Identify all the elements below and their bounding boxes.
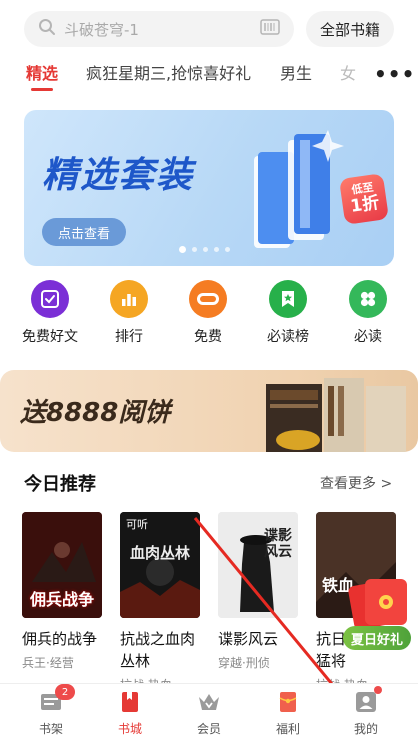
promo-text: 送8888阅饼: [20, 398, 171, 428]
book-cover: 可听 血肉丛林: [120, 512, 200, 618]
all-books-button[interactable]: 全部书籍: [306, 11, 394, 47]
nav-bookstore[interactable]: 书城: [100, 690, 160, 737]
bookshelf-icon: 2: [39, 684, 75, 714]
summer-gift-button[interactable]: 夏日好礼: [343, 626, 411, 650]
bar-chart-icon: [110, 280, 148, 318]
tab-female[interactable]: 女: [340, 60, 356, 84]
discount-badge: 低至 1折: [339, 173, 389, 225]
entry-free[interactable]: 免费: [168, 280, 248, 346]
entry-ranking[interactable]: 排行: [89, 280, 169, 346]
section-title-today: 今日推荐: [24, 474, 96, 495]
see-more-link[interactable]: 查看更多 >: [320, 473, 392, 493]
book-card[interactable]: 谍影风云 谍影风云 穿越·刑侦: [218, 512, 298, 671]
promo-banner[interactable]: 送8888阅饼: [0, 370, 418, 452]
book-cover: 佣兵战争: [22, 512, 102, 618]
search-input[interactable]: 斗破苍穹-1: [24, 11, 294, 47]
book-title: 佣兵的战争: [22, 630, 98, 648]
profile-icon: [354, 686, 382, 714]
book-title: 谍影风云: [218, 630, 279, 648]
tab-male[interactable]: 男生: [280, 60, 312, 84]
bottom-nav: 2 书架 书城 会员 福利 我的: [0, 683, 418, 743]
nav-welfare[interactable]: 福利: [258, 690, 318, 737]
audio-tag: 可听: [126, 518, 148, 531]
quick-entry-row: 免费好文 排行 免费 必读榜 必读: [0, 280, 418, 350]
nav-profile[interactable]: 我的: [336, 686, 396, 737]
book-meta: 穿越·刑侦: [218, 656, 270, 670]
search-placeholder: 斗破苍穹-1: [64, 20, 139, 39]
entry-must-read[interactable]: 必读: [328, 280, 408, 346]
checkbox-icon: [31, 280, 69, 318]
tab-crazy-wednesday[interactable]: 疯狂星期三,抢惊喜好礼: [86, 60, 251, 84]
red-envelope-icon: [276, 690, 300, 714]
star-ribbon-icon: [269, 280, 307, 318]
carousel-dots: [179, 246, 230, 253]
crown-icon: [197, 690, 221, 714]
book-cover: 谍影风云: [218, 512, 298, 618]
more-dots-icon[interactable]: •••: [374, 62, 415, 86]
promo-books-illustration: [266, 378, 406, 452]
book-card[interactable]: 可听 血肉丛林 抗战之血肉丛林 抗战·热血: [120, 512, 200, 693]
free-tag-icon: [189, 280, 227, 318]
active-tab-indicator: [31, 88, 53, 91]
banner-title: 精选套装: [42, 155, 195, 196]
clover-icon: [349, 280, 387, 318]
book-stack-illustration: [254, 130, 344, 248]
profile-notification-dot: [374, 686, 382, 694]
book-card[interactable]: 佣兵战争 佣兵的战争 兵王·经营: [22, 512, 102, 671]
tab-featured[interactable]: 精选: [26, 60, 58, 84]
book-meta: 兵王·经营: [22, 656, 74, 670]
nav-bookshelf[interactable]: 2 书架: [21, 684, 81, 737]
entry-free-good-books[interactable]: 免费好文: [10, 280, 90, 346]
banner-view-button[interactable]: 点击查看: [42, 218, 126, 246]
nav-member[interactable]: 会员: [179, 690, 239, 737]
bookshelf-badge: 2: [55, 684, 75, 700]
barcode-scan-icon[interactable]: [260, 19, 280, 39]
featured-banner[interactable]: 精选套装 点击查看 低至 1折: [24, 110, 394, 266]
category-tabs: 精选 疯狂星期三,抢惊喜好礼 男生 女 •••: [0, 56, 418, 92]
book-title: 抗战之血肉丛林: [120, 630, 196, 670]
entry-must-read-list[interactable]: 必读榜: [248, 280, 328, 346]
bookstore-icon: [118, 690, 142, 714]
search-icon: [38, 18, 56, 40]
